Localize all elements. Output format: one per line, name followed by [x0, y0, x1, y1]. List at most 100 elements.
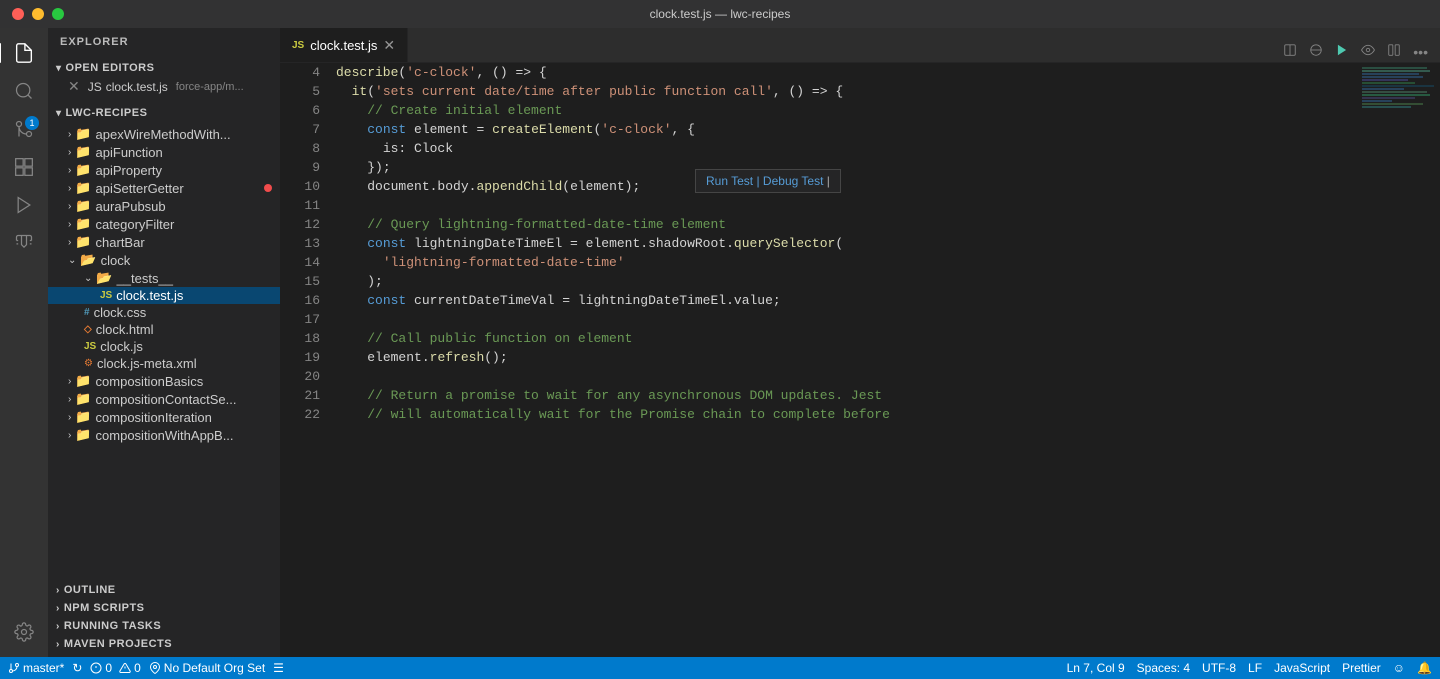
tab-js-icon: JS — [292, 40, 304, 51]
folder-icon: 📁 — [75, 144, 91, 160]
folder-label: apiProperty — [96, 163, 162, 178]
open-editor-filename: clock.test.js — [106, 80, 168, 94]
cursor-position[interactable]: Ln 7, Col 9 — [1067, 661, 1125, 675]
run-test-popup[interactable]: Run Test | Debug Test | — [695, 169, 841, 193]
eol-setting[interactable]: LF — [1248, 661, 1262, 675]
notifications-button[interactable]: 🔔 — [1417, 661, 1432, 675]
activity-run[interactable] — [7, 188, 41, 222]
open-editors-header[interactable]: ▾ OPEN EDITORS — [48, 60, 280, 76]
tree-item-auraPubsub[interactable]: › 📁 auraPubsub — [48, 197, 280, 215]
smiley-icon: ☺ — [1393, 661, 1405, 675]
branch-name: master* — [23, 661, 64, 675]
activity-source-control[interactable]: 1 — [7, 112, 41, 146]
tree-item-clock[interactable]: ⌄ 📂 clock — [48, 251, 280, 269]
minimize-button[interactable] — [32, 8, 44, 20]
sync-status[interactable]: ↻ — [72, 661, 82, 675]
line-num: 13 — [280, 234, 320, 253]
formatter-setting[interactable]: Prettier — [1342, 661, 1381, 675]
file-label: clock.js — [100, 339, 143, 354]
feedback-button[interactable]: ☺ — [1393, 661, 1405, 675]
tree-item-tests[interactable]: ⌄ 📂 __tests__ — [48, 269, 280, 287]
outline-label: OUTLINE — [64, 584, 116, 596]
code-line-5: it('sets current date/time after public … — [336, 82, 1360, 101]
activity-explorer[interactable] — [7, 36, 41, 70]
run-button[interactable] — [1331, 41, 1353, 62]
code-line-6: // Create initial element — [336, 101, 1360, 120]
running-tasks-chevron: › — [56, 621, 60, 632]
spaces-label: Spaces: 4 — [1137, 661, 1190, 675]
outline-section[interactable]: › OUTLINE — [48, 581, 280, 599]
line-num: 10 — [280, 177, 320, 196]
tree-item-categoryFilter[interactable]: › 📁 categoryFilter — [48, 215, 280, 233]
layout-button[interactable] — [1305, 41, 1327, 62]
tree-item-chartBar[interactable]: › 📁 chartBar — [48, 233, 280, 251]
running-tasks-section[interactable]: › RUNNING TASKS — [48, 617, 280, 635]
window-title: clock.test.js — lwc-recipes — [650, 7, 791, 21]
tree-item-clock-js[interactable]: JS clock.js — [48, 338, 280, 355]
formatter-label: Prettier — [1342, 661, 1381, 675]
folder-label: compositionIteration — [96, 410, 212, 425]
tree-item-compositionContactSe[interactable]: › 📁 compositionContactSe... — [48, 390, 280, 408]
lwc-recipes-header[interactable]: ▾ LWC-RECIPES — [48, 105, 280, 121]
close-button[interactable] — [12, 8, 24, 20]
branch-status[interactable]: master* — [8, 661, 64, 675]
maximize-button[interactable] — [52, 8, 64, 20]
open-editor-item[interactable]: ✕ JS clock.test.js force-app/m... — [48, 76, 280, 97]
tree-item-apiFunction[interactable]: › 📁 apiFunction — [48, 143, 280, 161]
line-num: 5 — [280, 82, 320, 101]
folder-icon: 📁 — [75, 162, 91, 178]
encoding-label: UTF-8 — [1202, 661, 1236, 675]
activity-settings[interactable] — [7, 615, 41, 649]
folder-label: categoryFilter — [96, 217, 175, 232]
menu-icon: ☰ — [273, 661, 284, 675]
code-editor: 4 5 6 7 8 9 10 11 12 13 14 15 16 17 18 1… — [280, 63, 1360, 657]
tree-item-clock-test-js[interactable]: JS clock.test.js — [48, 287, 280, 304]
menu-button[interactable]: ☰ — [273, 661, 284, 675]
tree-item-clock-css[interactable]: # clock.css — [48, 304, 280, 321]
split-view-button[interactable] — [1383, 41, 1405, 62]
titlebar: clock.test.js — lwc-recipes — [0, 0, 1440, 28]
code-line-4: describe('c-clock', () => { — [336, 63, 1360, 82]
tree-item-compositionBasics[interactable]: › 📁 compositionBasics — [48, 372, 280, 390]
tab-close-button[interactable]: ✕ — [383, 37, 395, 54]
more-actions-button[interactable]: ••• — [1409, 42, 1432, 62]
spaces-setting[interactable]: Spaces: 4 — [1137, 661, 1190, 675]
code-content[interactable]: describe('c-clock', () => { it('sets cur… — [328, 63, 1360, 657]
activity-extensions[interactable] — [7, 150, 41, 184]
html-icon: ◇ — [84, 324, 92, 335]
line-num: 7 — [280, 120, 320, 139]
line-num: 4 — [280, 63, 320, 82]
tree-item-compositionWithAppB[interactable]: › 📁 compositionWithAppB... — [48, 426, 280, 444]
tree-item-apiProperty[interactable]: › 📁 apiProperty — [48, 161, 280, 179]
folder-chevron: › — [68, 183, 71, 194]
org-label: No Default Org Set — [164, 661, 265, 675]
split-editor-button[interactable] — [1279, 41, 1301, 62]
tree-item-apiSetterGetter[interactable]: › 📁 apiSetterGetter — [48, 179, 280, 197]
preview-button[interactable] — [1357, 41, 1379, 62]
folder-chevron: › — [68, 376, 71, 387]
activity-test[interactable] — [7, 226, 41, 260]
folder-label: compositionContactSe... — [96, 392, 237, 407]
tree-item-apexWire[interactable]: › 📁 apexWireMethodWith... — [48, 125, 280, 143]
language-label: JavaScript — [1274, 661, 1330, 675]
maven-projects-section[interactable]: › MAVEN PROJECTS — [48, 635, 280, 653]
modified-indicator — [264, 184, 272, 192]
npm-scripts-section[interactable]: › NPM SCRIPTS — [48, 599, 280, 617]
code-line-19: element.refresh(); — [336, 348, 1360, 367]
file-close-icon[interactable]: ✕ — [68, 78, 80, 95]
file-label: clock.html — [96, 322, 154, 337]
language-mode[interactable]: JavaScript — [1274, 661, 1330, 675]
org-status[interactable]: No Default Org Set — [149, 661, 265, 675]
tree-item-clock-html[interactable]: ◇ clock.html — [48, 321, 280, 338]
warning-icon — [119, 662, 131, 674]
file-label: clock.css — [94, 305, 147, 320]
tree-item-clock-meta[interactable]: ⚙ clock.js-meta.xml — [48, 355, 280, 372]
tab-clock-test-js[interactable]: JS clock.test.js ✕ — [280, 28, 408, 62]
encoding-setting[interactable]: UTF-8 — [1202, 661, 1236, 675]
open-editors-chevron: ▾ — [56, 63, 62, 74]
errors-status[interactable]: 0 0 — [90, 661, 140, 675]
code-line-20 — [336, 367, 1360, 386]
activity-search[interactable] — [7, 74, 41, 108]
status-left: master* ↻ 0 0 No Default Org Set ☰ — [8, 661, 284, 675]
tree-item-compositionIteration[interactable]: › 📁 compositionIteration — [48, 408, 280, 426]
